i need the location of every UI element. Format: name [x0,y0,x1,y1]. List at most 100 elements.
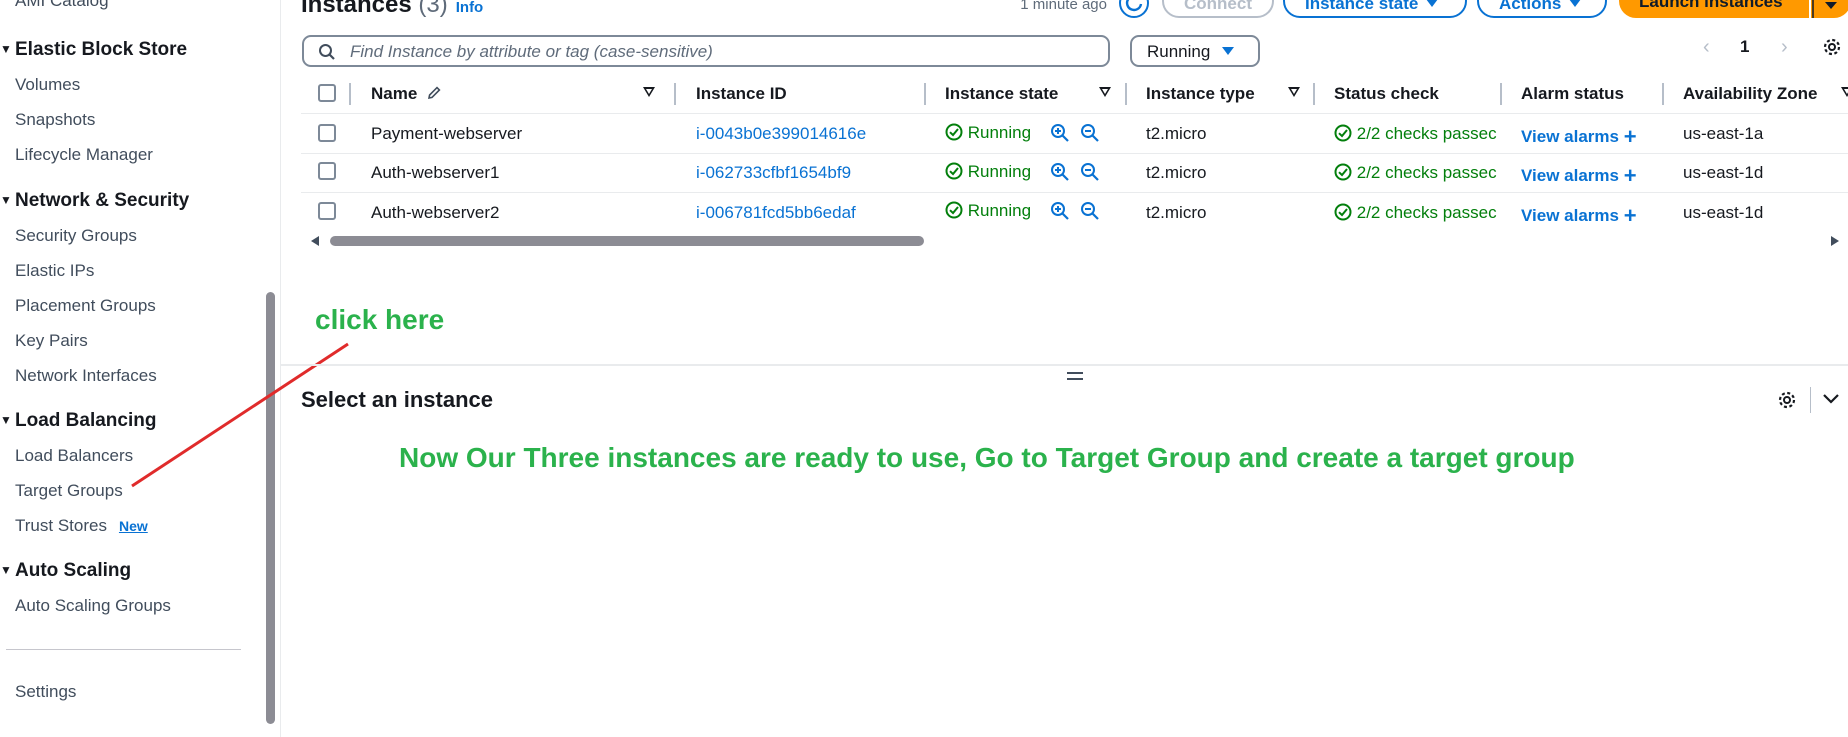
row-checkbox[interactable] [318,124,336,142]
launch-instances-dropdown[interactable] [1811,0,1848,18]
instance-id-link[interactable]: i-062733cfbf1654bf9 [696,163,851,183]
check-circle-icon [945,201,963,219]
sidebar-item-key-pairs[interactable]: Key Pairs [15,331,88,351]
sort-icon[interactable] [1288,87,1300,97]
plus-icon: + [1623,124,1637,149]
caret-down-icon: ▼ [0,563,12,577]
table-divider [301,153,1848,154]
column-separator [1500,83,1502,105]
instance-id-link[interactable]: i-006781fcd5bb6edaf [696,203,856,223]
search-icon [319,44,335,60]
sidebar-scrollbar-thumb[interactable] [266,292,275,724]
zoom-out-icon[interactable] [1080,162,1100,182]
instance-type: t2.micro [1146,203,1207,222]
caret-down-icon: ▼ [0,193,12,207]
zoom-out-icon[interactable] [1080,201,1100,221]
sidebar-item-auto-scaling-groups[interactable]: Auto Scaling Groups [15,596,171,616]
settings-gear-icon[interactable] [1821,36,1843,58]
sidebar-item-ami-catalog[interactable]: AMI Catalog [15,0,109,11]
last-updated-text: 1 minute ago [1020,0,1107,13]
sidebar-item-settings[interactable]: Settings [15,682,76,702]
sidebar-item-network-interfaces[interactable]: Network Interfaces [15,366,157,386]
detail-header-separator [1810,387,1811,413]
check-circle-icon [1334,203,1352,221]
instance-count: (3) [418,0,448,18]
row-checkbox[interactable] [318,202,336,220]
plus-icon: + [1623,203,1637,228]
sidebar-item-volumes[interactable]: Volumes [15,75,80,95]
check-circle-icon [945,123,963,141]
column-separator [674,83,676,105]
sidebar-section-load-balancing[interactable]: ▼ Load Balancing [0,410,156,432]
connect-button[interactable]: Connect [1162,0,1274,18]
sort-icon[interactable] [1841,87,1848,97]
status-check: 2/2 checks passec [1334,203,1499,223]
column-header-instance-id[interactable]: Instance ID [696,84,787,104]
sidebar-item-elastic-ips[interactable]: Elastic IPs [15,261,94,281]
sidebar-section-auto-scaling[interactable]: ▼ Auto Scaling [0,560,131,582]
zoom-in-icon[interactable] [1050,123,1070,143]
sidebar-item-security-groups[interactable]: Security Groups [15,226,137,246]
column-header-instance-state[interactable]: Instance state [945,84,1058,104]
check-circle-icon [1334,124,1352,142]
sidebar-item-placement-groups[interactable]: Placement Groups [15,296,156,316]
zoom-in-icon[interactable] [1050,162,1070,182]
sort-icon[interactable] [1099,87,1111,97]
table-divider [301,192,1848,193]
info-link[interactable]: Info [456,0,484,16]
instance-id-link[interactable]: i-0043b0e399014616e [696,124,866,144]
select-all-checkbox[interactable] [318,84,336,102]
status-check: 2/2 checks passec [1334,163,1499,183]
view-alarms-link[interactable]: View alarms + [1521,203,1637,229]
scroll-right-icon[interactable] [1831,236,1839,246]
instance-state-filter[interactable]: Running [1130,35,1260,67]
sort-icon[interactable] [643,87,655,97]
settings-gear-icon[interactable] [1776,389,1798,411]
sidebar-item-lifecycle-manager[interactable]: Lifecycle Manager [15,145,153,165]
column-header-alarm-status[interactable]: Alarm status [1521,84,1624,104]
column-header-instance-type[interactable]: Instance type [1146,84,1255,104]
view-alarms-link[interactable]: View alarms + [1521,124,1637,150]
column-header-name[interactable]: Name [371,84,442,104]
caret-down-icon [1569,0,1582,7]
chevron-down-icon[interactable] [1822,392,1840,406]
column-header-availability-zone[interactable]: Availability Zone [1683,84,1817,104]
view-alarms-link[interactable]: View alarms + [1521,163,1637,189]
refresh-button[interactable] [1119,0,1149,18]
instance-name: Payment-webserver [371,124,523,143]
scroll-left-icon[interactable] [311,236,319,246]
annotation-click-here: click here [315,304,445,335]
main-content: Instances (3) Info 1 minute ago Connect I… [281,0,1848,737]
availability-zone: us-east-1d [1683,163,1764,182]
instance-name: Auth-webserver2 [371,203,500,222]
column-header-status-check[interactable]: Status check [1334,84,1439,104]
search-input-container[interactable] [302,35,1110,67]
sidebar-divider [6,649,241,650]
column-separator [1313,83,1315,105]
caret-down-icon [1812,0,1837,18]
split-panel-handle[interactable] [1067,372,1083,383]
table-scrollbar-thumb[interactable] [330,236,924,246]
sidebar-item-target-groups[interactable]: Target Groups [15,481,123,501]
zoom-in-icon[interactable] [1050,201,1070,221]
search-input[interactable] [348,40,1102,64]
pagination-next-icon[interactable]: › [1781,36,1788,59]
pagination-prev-icon[interactable]: ‹ [1703,36,1710,59]
pagination-current-page[interactable]: 1 [1740,37,1749,57]
refresh-icon [1125,0,1143,12]
zoom-out-icon[interactable] [1080,123,1100,143]
launch-instances-button[interactable]: Launch instances [1619,0,1809,18]
instance-type: t2.micro [1146,124,1207,143]
sidebar-item-trust-stores[interactable]: Trust Stores New [15,516,148,536]
column-separator [1125,83,1127,105]
actions-button[interactable]: Actions [1477,0,1607,18]
sidebar-item-snapshots[interactable]: Snapshots [15,110,95,130]
sidebar-section-elastic-block-store[interactable]: ▼ Elastic Block Store [0,39,187,61]
caret-down-icon: ▼ [0,413,12,427]
sidebar-section-network-security[interactable]: ▼ Network & Security [0,190,189,212]
row-checkbox[interactable] [318,162,336,180]
availability-zone: us-east-1a [1683,124,1764,143]
instance-state-button[interactable]: Instance state [1283,0,1467,18]
sidebar-item-load-balancers[interactable]: Load Balancers [15,446,133,466]
caret-down-icon [1426,0,1439,7]
